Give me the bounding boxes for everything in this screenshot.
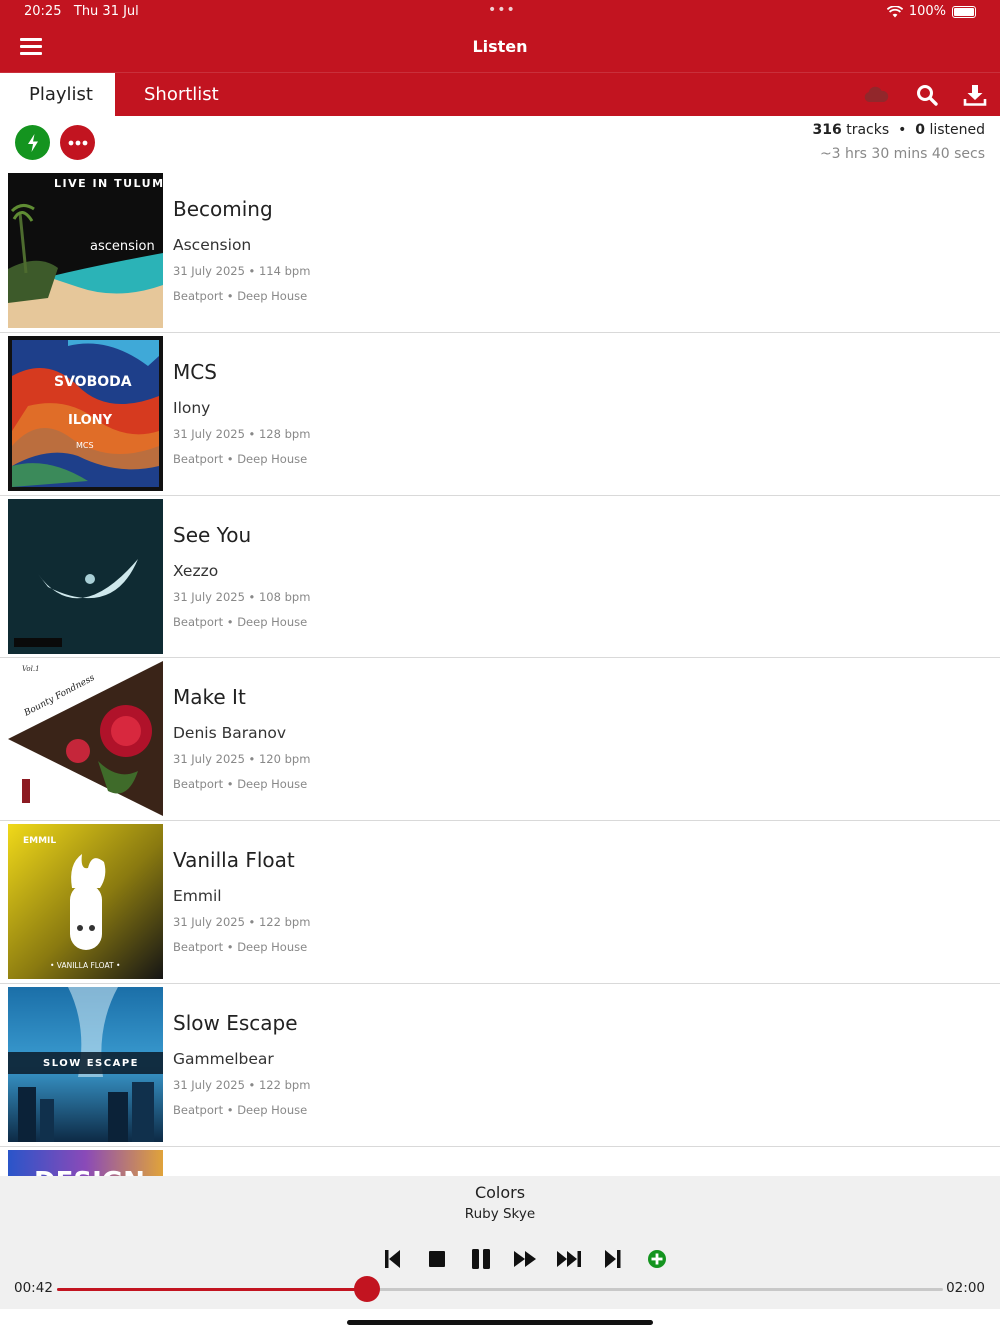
- track-meta: 31 July 2025 • 122 bpm: [173, 915, 311, 930]
- skip-next-icon[interactable]: [554, 1246, 584, 1272]
- art-title: LIVE IN TULUM: [54, 177, 163, 190]
- track-artist: Ascension: [173, 236, 252, 254]
- track-row[interactable]: SVOBODA ILONY MCS MCS Ilony 31 July 2025…: [0, 333, 1000, 496]
- track-title: Vanilla Float: [173, 848, 295, 873]
- home-indicator[interactable]: [347, 1320, 653, 1325]
- status-bar: 20:25 Thu 31 Jul ••• 100%: [0, 0, 1000, 24]
- download-icon[interactable]: [962, 83, 988, 109]
- track-row[interactable]: SLOW ESCAPE Slow Escape Gammelbear 31 Ju…: [0, 984, 1000, 1147]
- tab-playlist[interactable]: Playlist: [0, 73, 115, 117]
- now-playing-artist: Ruby Skye: [464, 1206, 536, 1222]
- art-subtitle: ILONY: [68, 413, 113, 428]
- track-meta: 31 July 2025 • 120 bpm: [173, 752, 311, 767]
- art-subtitle: • VANILLA FLOAT •: [50, 961, 120, 970]
- album-art: LIVE IN TULUM ascension: [8, 173, 163, 328]
- status-indicators: 100%: [886, 4, 976, 19]
- progress-fill: [57, 1288, 368, 1291]
- track-tags: Beatport • Deep House: [173, 940, 308, 955]
- multitask-dots[interactable]: •••: [488, 2, 516, 18]
- art-title: EMMIL: [23, 836, 56, 846]
- album-art: SLOW ESCAPE: [8, 986, 163, 1142]
- now-playing-bar: Colors Ruby Skye 00:42 02:00: [0, 1176, 1000, 1309]
- playback-controls: [378, 1246, 672, 1272]
- art-subtitle: Vol.1: [22, 665, 40, 673]
- track-tags: Beatport • Deep House: [173, 1102, 308, 1117]
- pause-icon[interactable]: [466, 1246, 496, 1272]
- album-art: [8, 498, 163, 654]
- progress-slider[interactable]: [57, 1276, 943, 1302]
- track-artist: Emmil: [173, 887, 222, 906]
- progress-thumb[interactable]: [354, 1276, 381, 1302]
- more-options-button[interactable]: [60, 125, 95, 160]
- track-meta: 31 July 2025 • 114 bpm: [173, 264, 311, 278]
- wifi-icon: [886, 5, 903, 17]
- track-meta: 31 July 2025 • 122 bpm: [173, 1077, 311, 1092]
- search-icon[interactable]: [915, 83, 941, 109]
- battery-percent: 100%: [908, 4, 946, 19]
- track-tags: Beatport • Deep House: [173, 289, 308, 303]
- track-row[interactable]: EMMIL • VANILLA FLOAT • Vanilla Float Em…: [0, 821, 1000, 984]
- album-art: SVOBODA ILONY MCS: [8, 335, 163, 491]
- app-header: 20:25 Thu 31 Jul ••• 100% Listen Playlis…: [0, 0, 1000, 117]
- track-row[interactable]: Vol.1 Bounty Fondness Make It Denis Bara…: [0, 658, 1000, 822]
- track-row[interactable]: See You Xezzo 31 July 2025 • 108 bpm Bea…: [0, 496, 1000, 659]
- track-title: Becoming: [173, 197, 273, 221]
- track-tags: Beatport • Deep House: [173, 614, 308, 629]
- page-title: Listen: [472, 37, 528, 56]
- battery-icon: [952, 5, 976, 18]
- track-artist: Denis Baranov: [173, 724, 287, 743]
- track-row[interactable]: DESIGN: [0, 1147, 1000, 1176]
- more-icon: [68, 140, 87, 145]
- track-count: 316: [812, 122, 842, 138]
- tab-shortlist[interactable]: Shortlist: [115, 73, 248, 117]
- playlist-stats: 316 tracks • 0 listened ~3 hrs 30 mins 4…: [813, 122, 985, 162]
- skip-end-icon[interactable]: [598, 1246, 628, 1272]
- track-meta: 31 July 2025 • 108 bpm: [173, 589, 311, 604]
- track-artist: Ilony: [173, 398, 211, 417]
- art-subtitle: ascension: [90, 239, 155, 254]
- art-title: SVOBODA: [54, 374, 132, 390]
- art-subtitle-2: MCS: [76, 441, 94, 450]
- track-artist: Xezzo: [173, 561, 219, 580]
- add-circle-icon[interactable]: [642, 1246, 672, 1272]
- nav-bar: Listen: [0, 24, 1000, 72]
- album-art: DESIGN: [8, 1149, 163, 1176]
- track-list: LIVE IN TULUM ascension Becoming Ascensi…: [0, 170, 1000, 1176]
- lightning-button[interactable]: [15, 125, 50, 160]
- track-title: Make It: [173, 685, 246, 710]
- stop-icon[interactable]: [422, 1246, 452, 1272]
- fast-forward-icon[interactable]: [510, 1246, 540, 1272]
- track-title: Slow Escape: [173, 1010, 298, 1035]
- total-time: 02:00: [946, 1280, 985, 1296]
- listened-count: 0: [915, 122, 925, 138]
- track-tags: Beatport • Deep House: [173, 777, 308, 792]
- total-duration: ~3 hrs 30 mins 40 secs: [819, 146, 985, 162]
- track-artist: Gammelbear: [173, 1049, 274, 1068]
- track-title: See You: [173, 522, 252, 547]
- album-art: EMMIL • VANILLA FLOAT •: [8, 824, 163, 980]
- track-meta: 31 July 2025 • 128 bpm: [173, 426, 311, 441]
- status-time: 20:25 Thu 31 Jul: [24, 4, 139, 19]
- skip-previous-icon[interactable]: [378, 1246, 408, 1272]
- stats-counts: 316 tracks • 0 listened: [812, 122, 985, 138]
- art-title: SLOW ESCAPE: [43, 1058, 139, 1069]
- tab-bar: Playlist Shortlist: [0, 72, 1000, 117]
- lightning-icon: [27, 133, 38, 152]
- track-title: MCS: [173, 359, 217, 384]
- now-playing-title: Colors: [474, 1183, 526, 1202]
- elapsed-time: 00:42: [14, 1280, 53, 1296]
- track-tags: Beatport • Deep House: [173, 451, 308, 466]
- cloud-icon[interactable]: [862, 83, 889, 109]
- track-row[interactable]: LIVE IN TULUM ascension Becoming Ascensi…: [0, 170, 1000, 333]
- art-title: DESIGN: [34, 1167, 145, 1176]
- album-art: Vol.1 Bounty Fondness: [8, 661, 163, 817]
